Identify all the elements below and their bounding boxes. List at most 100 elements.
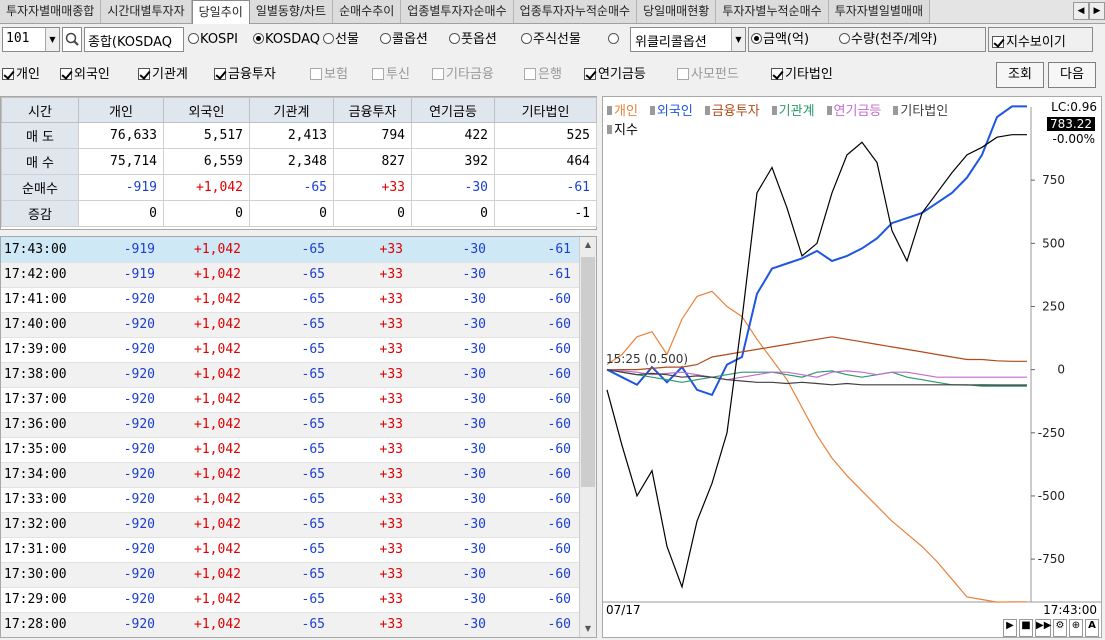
timeseries-table[interactable]: 17:43:00 -919 +1,042 -65 +33 -30 -61 17:42:00 -9… — [0, 236, 597, 638]
market-radio-label: 주식선물 — [533, 32, 581, 47]
table-row[interactable]: 17:40:00 -920 +1,042 -65 +33 -30 -60 — [1, 312, 579, 338]
row-cell: -65 — [249, 412, 333, 438]
scroll-up-icon[interactable]: ▲ — [580, 237, 596, 253]
row-time: 17:37:00 — [1, 387, 78, 413]
next-button[interactable]: 다음 — [1048, 62, 1096, 88]
settings-icon[interactable]: ⚙ — [1053, 619, 1067, 637]
investor-check-0[interactable]: 개인 — [2, 66, 40, 84]
investor-check-6[interactable]: 기타금융 — [432, 66, 494, 84]
unit-radio-1[interactable]: 수량(천주/계약) — [839, 30, 937, 50]
row-cell: -60 — [494, 462, 579, 488]
market-radio-3[interactable]: 콜옵션 — [380, 30, 428, 50]
market-radio-label: KOSPI — [200, 32, 238, 47]
investor-filter-bar: 개인 외국인 기관계 금융투자 보험 투신 기타금융 은행 연기금등 사모펀드 기타법인 조회 다음 — [0, 60, 1105, 90]
table-row[interactable]: 17:39:00 -920 +1,042 -65 +33 -30 -60 — [1, 337, 579, 363]
chevron-right-icon[interactable]: ▶ — [1089, 2, 1105, 20]
market-radio-0[interactable]: KOSPI — [188, 30, 238, 50]
table-row[interactable]: 17:29:00 -920 +1,042 -65 +33 -30 -60 — [1, 587, 579, 613]
investor-check-2[interactable]: 기관계 — [138, 66, 188, 84]
investor-check-4[interactable]: 보험 — [310, 66, 348, 84]
investor-check-1[interactable]: 외국인 — [60, 66, 110, 84]
row-cell: -60 — [494, 587, 579, 613]
row-cell: -30 — [411, 612, 494, 637]
tab-8[interactable]: 투자자별누적순매수 — [716, 0, 829, 23]
table-row[interactable]: 17:36:00 -920 +1,042 -65 +33 -30 -60 — [1, 412, 579, 438]
unit-radio-0[interactable]: 금액(억) — [751, 30, 809, 50]
row-cell: -60 — [494, 362, 579, 388]
row-cell: -60 — [494, 312, 579, 338]
investor-check-7[interactable]: 은행 — [524, 66, 562, 84]
investor-check-9[interactable]: 사모펀드 — [677, 66, 739, 84]
tab-3[interactable]: 일별동향/차트 — [249, 0, 334, 23]
table-row[interactable]: 17:38:00 -920 +1,042 -65 +33 -30 -60 — [1, 362, 579, 388]
table-row[interactable]: 17:37:00 -920 +1,042 -65 +33 -30 -60 — [1, 387, 579, 413]
table-row[interactable]: 17:41:00 -920 +1,042 -65 +33 -30 -60 — [1, 287, 579, 313]
legend-label: 개인 — [614, 104, 638, 119]
row-cell: -60 — [494, 387, 579, 413]
code-select[interactable]: 101 ▼ — [2, 27, 60, 52]
tab-2[interactable]: 당일추이 — [191, 0, 250, 24]
tab-5[interactable]: 업종별투자자순매수 — [401, 0, 514, 23]
scrollbar-thumb[interactable] — [581, 257, 595, 487]
zoom-icon[interactable]: ⊕ — [1069, 619, 1083, 637]
market-radio-4[interactable]: 풋옵션 — [449, 30, 497, 50]
market-radio-6[interactable] — [608, 30, 620, 50]
table-row[interactable]: 17:43:00 -919 +1,042 -65 +33 -30 -61 — [1, 237, 579, 263]
investor-check-3[interactable]: 금융투자 — [214, 66, 276, 84]
chevron-left-icon[interactable]: ◀ — [1073, 2, 1089, 20]
market-radio-2[interactable]: 선물 — [323, 30, 359, 50]
table-row[interactable]: 17:32:00 -920 +1,042 -65 +33 -30 -60 — [1, 512, 579, 538]
market-radio-5[interactable]: 주식선물 — [521, 30, 581, 50]
row-cell: +1,042 — [163, 312, 249, 338]
text-icon[interactable]: A — [1085, 619, 1099, 637]
vertical-scrollbar[interactable]: ▲ ▼ — [579, 237, 596, 637]
chart-legend: 개인 외국인 금융투자 기관계 연기금등 기타법인 지수 — [607, 100, 960, 138]
chevron-down-icon[interactable]: ▼ — [45, 28, 59, 51]
search-button[interactable] — [62, 27, 82, 52]
row-cell: -65 — [249, 237, 333, 263]
row-cell: -919 — [78, 262, 163, 288]
chevron-down-icon[interactable]: ▼ — [731, 28, 745, 51]
tab-6[interactable]: 업종투자자누적순매수 — [513, 0, 638, 23]
table-row[interactable]: 17:31:00 -920 +1,042 -65 +33 -30 -60 — [1, 537, 579, 563]
tab-0[interactable]: 투자자별매매종합 — [0, 0, 102, 23]
checkbox-icon — [310, 68, 322, 80]
option-select[interactable]: 위클리콜옵션 ▼ — [630, 27, 746, 52]
legend-label: 연기금등 — [833, 104, 882, 119]
show-index-toggle[interactable]: 지수보이기 — [988, 27, 1093, 52]
index-value-badge: 783.22 — [1047, 117, 1095, 131]
tab-1[interactable]: 시간대별투자자 — [101, 0, 192, 23]
fast-forward-icon[interactable]: ▶▶ — [1035, 619, 1051, 637]
tab-9[interactable]: 투자자별일별매매 — [828, 0, 931, 23]
row-cell: -60 — [494, 337, 579, 363]
table-row[interactable]: 17:30:00 -920 +1,042 -65 +33 -30 -60 — [1, 562, 579, 588]
row-cell: +1,042 — [163, 287, 249, 313]
table-row[interactable]: 17:28:00 -920 +1,042 -65 +33 -30 -60 — [1, 612, 579, 637]
summary-row-label: 순매수 — [1, 174, 79, 201]
row-cell: -65 — [249, 287, 333, 313]
tab-4[interactable]: 순매수추이 — [333, 0, 402, 23]
row-cell: -30 — [411, 562, 494, 588]
show-index-label: 지수보이기 — [1006, 35, 1066, 50]
tab-7[interactable]: 당일매매현황 — [637, 0, 717, 23]
table-row[interactable]: 17:35:00 -920 +1,042 -65 +33 -30 -60 — [1, 437, 579, 463]
y-tick-label: -750 — [1038, 552, 1065, 566]
checkbox-icon — [677, 68, 689, 80]
market-select[interactable]: 종합(KOSDAQ — [84, 27, 184, 52]
query-button[interactable]: 조회 — [996, 62, 1044, 88]
scroll-down-icon[interactable]: ▼ — [580, 621, 596, 637]
table-row[interactable]: 17:34:00 -920 +1,042 -65 +33 -30 -60 — [1, 462, 579, 488]
table-row[interactable]: 17:42:00 -919 +1,042 -65 +33 -30 -61 — [1, 262, 579, 288]
row-cell: +33 — [333, 237, 411, 263]
market-radio-1[interactable]: KOSDAQ — [253, 30, 320, 50]
row-cell: +1,042 — [163, 362, 249, 388]
table-row[interactable]: 17:33:00 -920 +1,042 -65 +33 -30 -60 — [1, 487, 579, 513]
play-icon[interactable]: ▶ — [1003, 619, 1017, 637]
stop-icon[interactable]: ■ — [1019, 619, 1033, 637]
trend-chart[interactable]: 750 500 250 0 -250 -500 -750 개인 외국인 금융투자 기관계 연기금등 기… — [602, 96, 1102, 638]
investor-check-5[interactable]: 투신 — [372, 66, 410, 84]
investor-check-8[interactable]: 연기금등 — [584, 66, 646, 84]
summary-cell: 5,517 — [163, 122, 250, 149]
y-tick-label: 500 — [1042, 236, 1065, 250]
investor-check-10[interactable]: 기타법인 — [771, 66, 833, 84]
